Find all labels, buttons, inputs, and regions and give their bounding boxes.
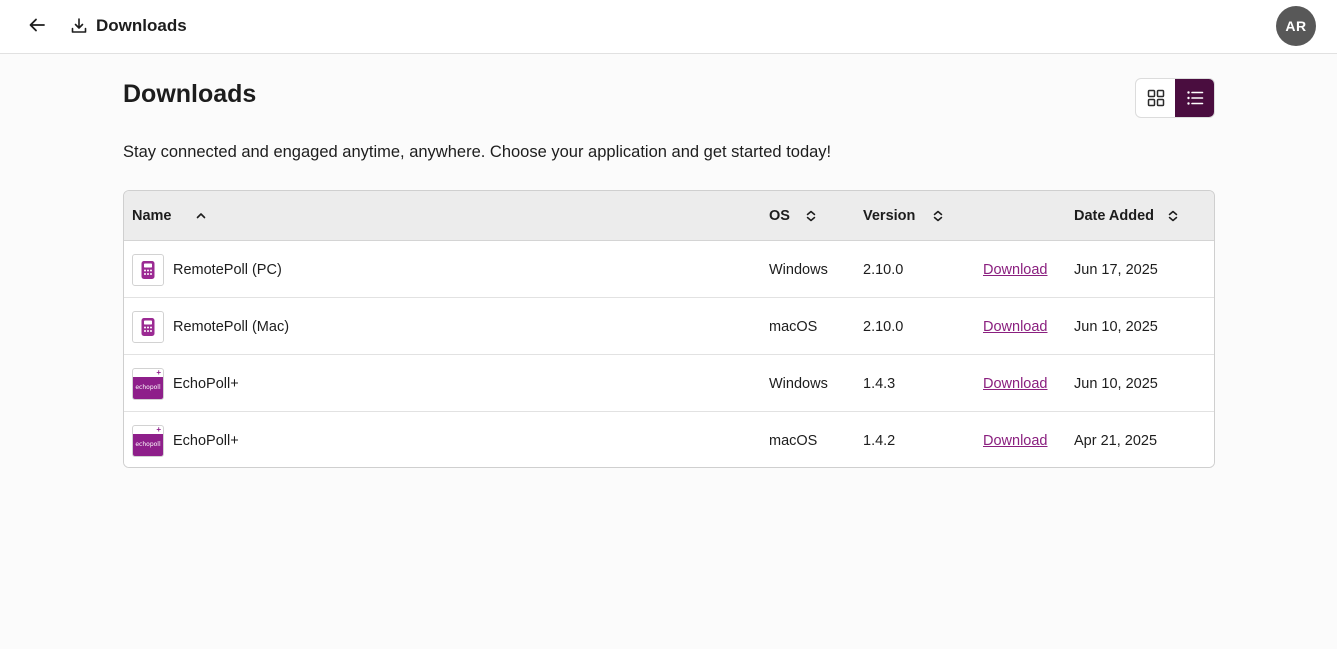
download-link[interactable]: Download xyxy=(983,262,1048,278)
intro-text: Stay connected and engaged anytime, anyw… xyxy=(123,143,832,161)
breadcrumb: Downloads xyxy=(70,14,187,38)
column-header-os[interactable]: OS xyxy=(769,191,816,241)
column-header-name[interactable]: Name xyxy=(132,191,206,241)
app-name: RemotePoll (PC) xyxy=(173,261,282,278)
name-cell: + echopoll EchoPoll+ xyxy=(132,412,239,467)
download-cell: Download xyxy=(983,241,1048,298)
sort-icon xyxy=(933,210,943,222)
name-cell: RemotePoll (Mac) xyxy=(132,298,289,355)
echopoll-icon: + echopoll xyxy=(132,367,164,400)
arrow-left-icon xyxy=(29,18,45,32)
date-cell: Apr 21, 2025 xyxy=(1074,432,1158,449)
date-cell: Jun 10, 2025 xyxy=(1074,375,1158,392)
download-link[interactable]: Download xyxy=(983,376,1048,392)
column-label: Version xyxy=(863,208,916,224)
download-link[interactable]: Download xyxy=(983,319,1048,335)
downloads-table: Name OS Version Date Added RemotePoll (P… xyxy=(123,190,1215,468)
sort-icon xyxy=(1168,210,1178,222)
breadcrumb-label: Downloads xyxy=(96,16,187,35)
view-toggle xyxy=(1135,78,1215,118)
download-cell: Download xyxy=(983,298,1048,355)
download-cell: Download xyxy=(983,412,1048,467)
back-button[interactable] xyxy=(24,12,50,38)
column-label: Name xyxy=(132,208,172,224)
download-link[interactable]: Download xyxy=(983,433,1048,449)
remotepoll-icon xyxy=(132,310,164,343)
plus-icon: + xyxy=(156,424,161,434)
column-label: Date Added xyxy=(1074,208,1155,224)
echopoll-icon: + echopoll xyxy=(132,424,164,457)
top-bar: Downloads AR xyxy=(0,0,1337,54)
plus-icon: + xyxy=(156,367,161,377)
list-view-button[interactable] xyxy=(1175,79,1214,117)
table-header: Name OS Version Date Added xyxy=(124,191,1214,241)
column-header-date-added[interactable]: Date Added xyxy=(1074,191,1178,241)
table-row: RemotePoll (PC) Windows 2.10.0 Download … xyxy=(124,241,1214,298)
download-cell: Download xyxy=(983,355,1048,412)
table-row: RemotePoll (Mac) macOS 2.10.0 Download J… xyxy=(124,298,1214,355)
version-cell: 1.4.3 xyxy=(863,375,896,392)
page-title: Downloads xyxy=(123,80,257,108)
app-name: EchoPoll+ xyxy=(173,432,239,449)
sort-ascending-icon xyxy=(196,211,206,221)
version-cell: 2.10.0 xyxy=(863,261,904,278)
user-avatar[interactable]: AR xyxy=(1276,6,1316,46)
echopoll-logo-text: echopoll xyxy=(133,433,163,456)
version-cell: 2.10.0 xyxy=(863,318,904,335)
date-cell: Jun 17, 2025 xyxy=(1074,261,1158,278)
grid-view-button[interactable] xyxy=(1136,79,1175,117)
grid-icon xyxy=(1147,89,1164,107)
os-cell: macOS xyxy=(769,318,818,335)
os-cell: Windows xyxy=(769,261,828,278)
name-cell: RemotePoll (PC) xyxy=(132,241,282,298)
sort-icon xyxy=(806,210,816,222)
remotepoll-icon xyxy=(132,253,164,286)
column-header-version[interactable]: Version xyxy=(863,191,943,241)
os-cell: macOS xyxy=(769,432,818,449)
version-cell: 1.4.2 xyxy=(863,432,896,449)
table-row: + echopoll EchoPoll+ macOS 1.4.2 Downloa… xyxy=(124,412,1214,467)
date-cell: Jun 10, 2025 xyxy=(1074,318,1158,335)
app-name: RemotePoll (Mac) xyxy=(173,318,290,335)
list-icon xyxy=(1186,91,1203,105)
download-tray-icon xyxy=(71,18,87,33)
app-name: EchoPoll+ xyxy=(173,375,239,392)
os-cell: Windows xyxy=(769,375,828,392)
name-cell: + echopoll EchoPoll+ xyxy=(132,355,239,412)
column-label: OS xyxy=(769,208,790,224)
table-row: + echopoll EchoPoll+ Windows 1.4.3 Downl… xyxy=(124,355,1214,412)
echopoll-logo-text: echopoll xyxy=(133,376,163,399)
